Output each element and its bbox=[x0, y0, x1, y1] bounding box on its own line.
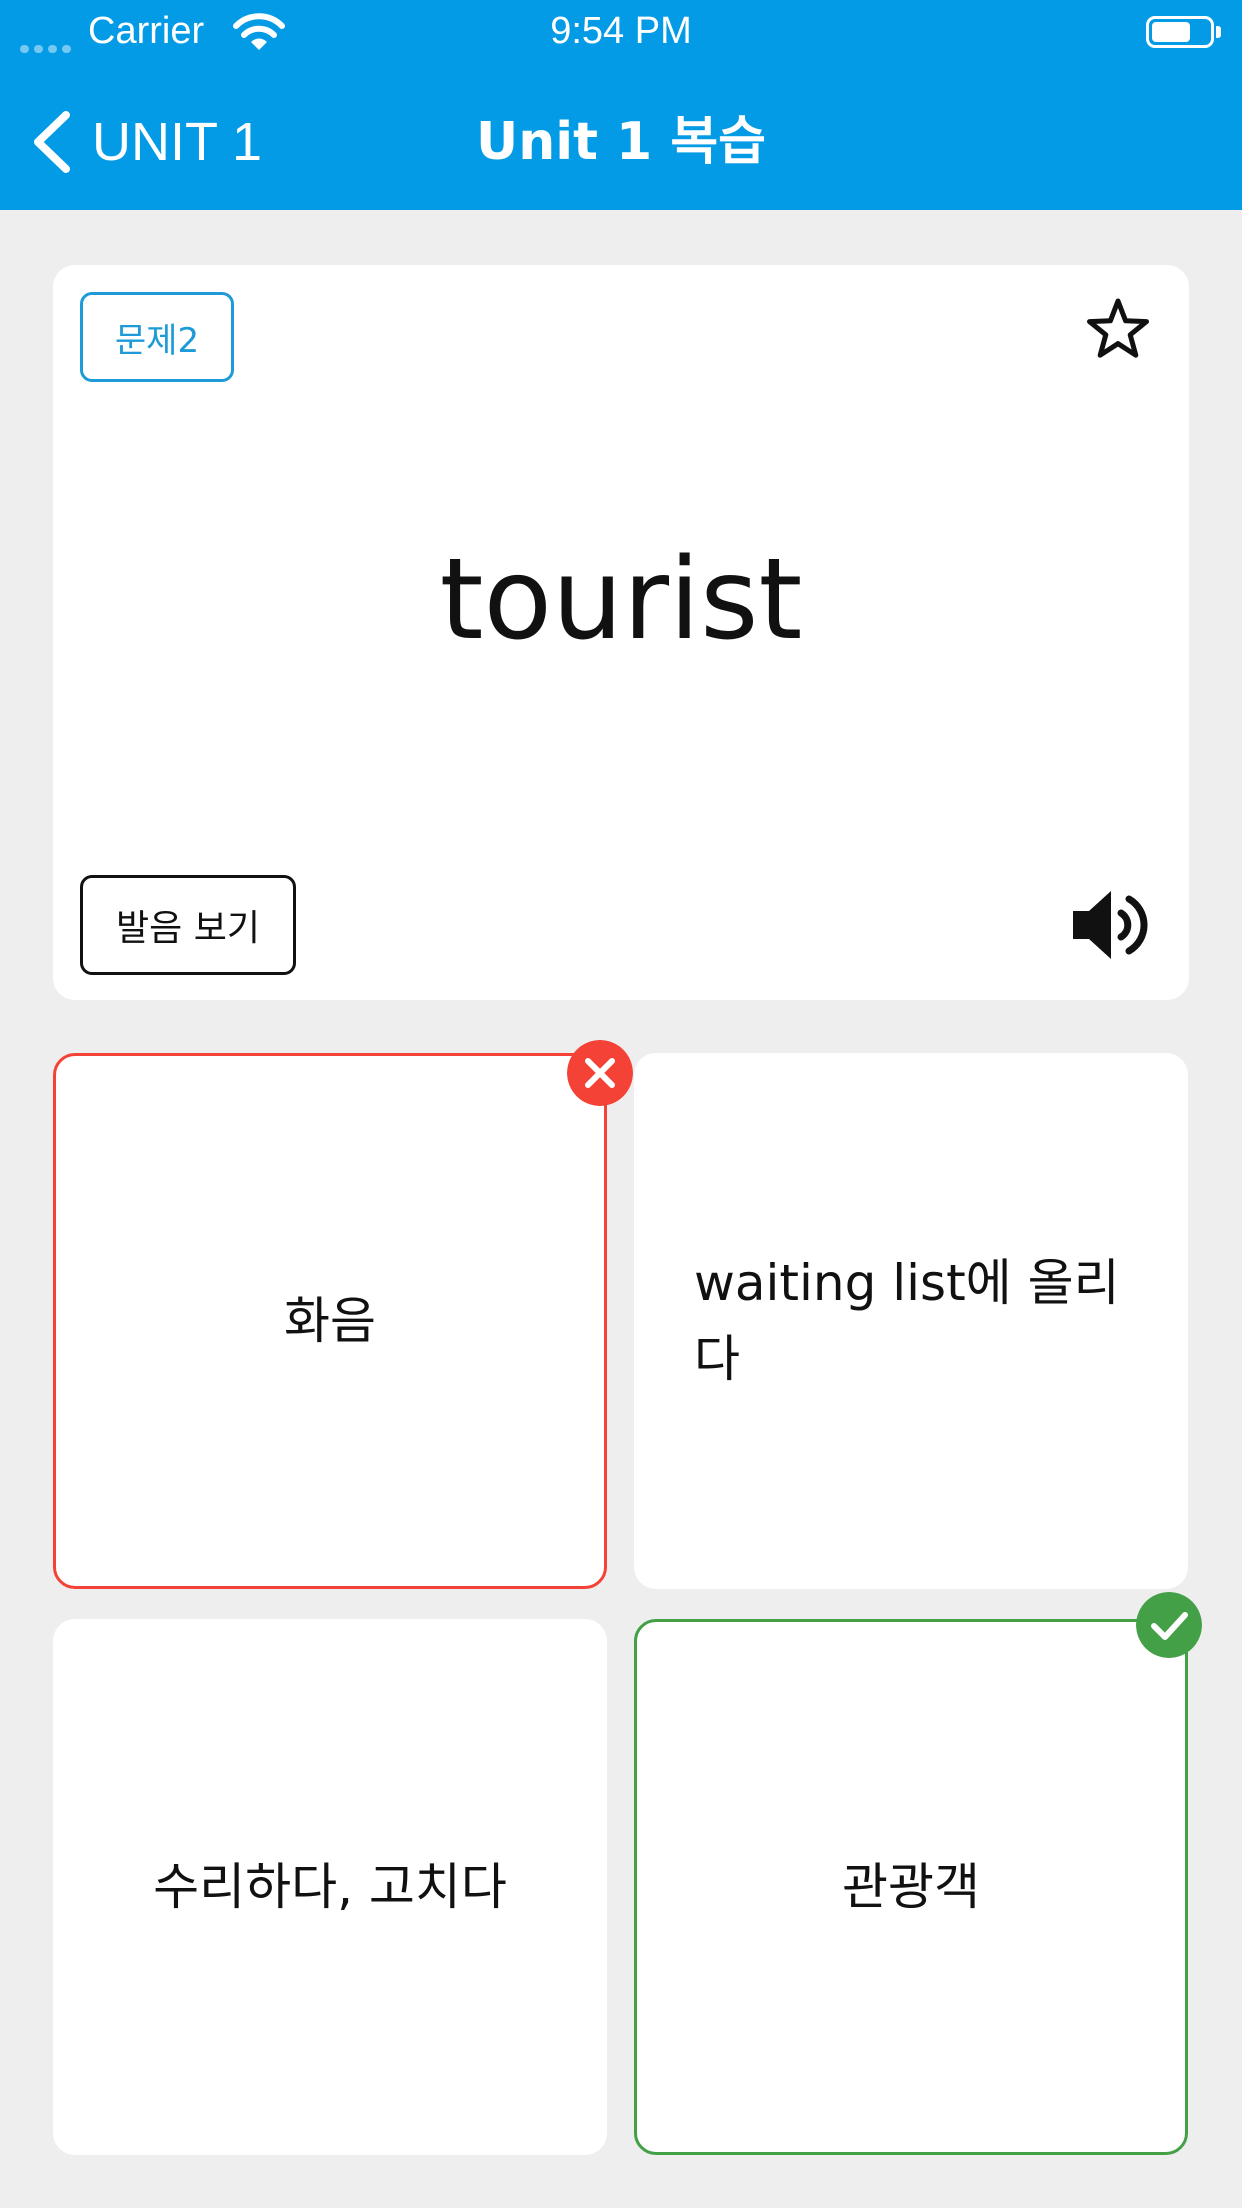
status-time: 9:54 PM bbox=[550, 10, 692, 52]
star-icon[interactable] bbox=[1083, 295, 1153, 365]
answer-option-4[interactable]: 관광객 bbox=[634, 1619, 1188, 2155]
status-bar: Carrier 9:54 PM bbox=[0, 0, 1242, 64]
answer-option-label: waiting list에 올리다 bbox=[694, 1254, 1120, 1388]
question-word: tourist bbox=[439, 535, 803, 665]
speaker-icon[interactable] bbox=[1069, 883, 1153, 967]
answer-option-label: 수리하다, 고치다 bbox=[153, 1858, 507, 1916]
page-title: Unit 1 복습 bbox=[476, 112, 766, 172]
show-pronunciation-button[interactable]: 발음 보기 bbox=[80, 875, 296, 975]
navigation-bar: Carrier 9:54 PM UNIT 1 Unit 1 복습 bbox=[0, 0, 1242, 210]
check-mark-icon bbox=[1136, 1592, 1202, 1658]
answer-option-label: 관광객 bbox=[842, 1858, 980, 1916]
answer-option-2[interactable]: waiting list에 올리다 bbox=[634, 1053, 1188, 1589]
answer-option-label: 화음 bbox=[284, 1292, 376, 1350]
question-number-badge: 문제2 bbox=[80, 292, 234, 382]
wrong-mark-icon bbox=[567, 1040, 633, 1106]
question-card: 문제2 tourist 발음 보기 bbox=[53, 265, 1189, 1000]
answer-option-3[interactable]: 수리하다, 고치다 bbox=[53, 1619, 607, 2155]
battery-icon bbox=[1146, 16, 1222, 50]
answer-option-1[interactable]: 화음 bbox=[53, 1053, 607, 1589]
